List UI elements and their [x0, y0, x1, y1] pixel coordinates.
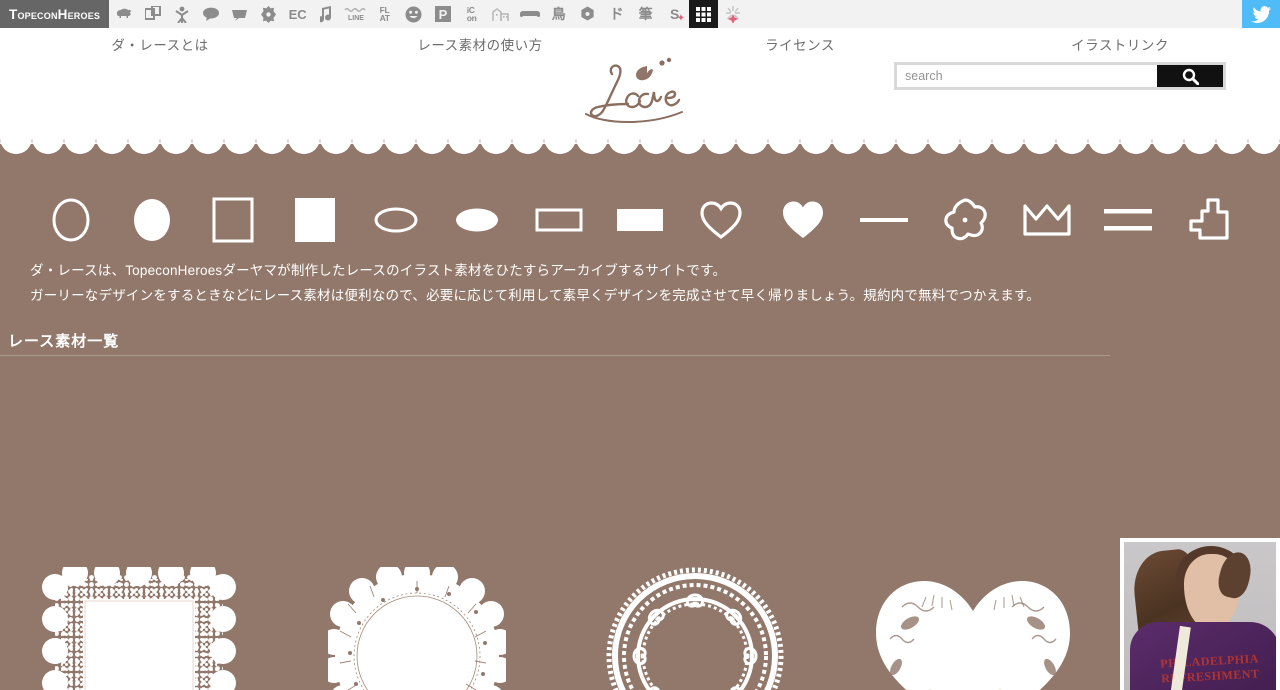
flower-icon[interactable] [254, 0, 283, 28]
scallop-divider [0, 132, 1280, 158]
person-icon[interactable] [167, 0, 196, 28]
gallery-item[interactable]: 綺麗な円形レースのベクター素材 [556, 566, 834, 690]
flat-icon[interactable]: FL AT [370, 0, 399, 28]
site-logo[interactable] [550, 54, 730, 130]
heart-outline-shape[interactable] [681, 191, 762, 249]
site-description: ダ・レースは、TopeconHeroesダーヤマが制作したレースのイラスト素材を… [0, 250, 1280, 308]
nav-item-about[interactable]: ダ・レースとは [0, 34, 320, 58]
icon-icon[interactable]: iC on [457, 0, 486, 28]
ec-icon[interactable]: EC [283, 0, 312, 28]
hexagon-icon[interactable] [573, 0, 602, 28]
copy-icon[interactable] [138, 0, 167, 28]
bird-icon[interactable]: 鳥 [544, 0, 573, 28]
search-input[interactable] [897, 65, 1157, 87]
speech-bubble-icon[interactable] [196, 0, 225, 28]
smiley-icon[interactable] [399, 0, 428, 28]
header-band [0, 57, 1280, 132]
shape-filter-row [0, 158, 1280, 250]
circle-filled-shape[interactable] [111, 191, 192, 249]
search-icon [1182, 68, 1199, 85]
flower-shape[interactable] [925, 191, 1006, 249]
parking-icon[interactable]: P [428, 0, 457, 28]
network-icon-list: EC LINE FL AT P iC on 鳥 ド 筆 S ✦ [109, 0, 747, 28]
s-icon[interactable]: S ✦ [660, 0, 689, 28]
music-note-icon[interactable] [312, 0, 341, 28]
description-line-1: ダ・レースは、TopeconHeroesダーヤマが制作したレースのイラスト素材を… [30, 263, 727, 278]
lace-thumbnail-round[interactable] [278, 566, 556, 690]
nav-item-illustlink[interactable]: イラストリンク [960, 34, 1280, 58]
lace-thumbnail-square[interactable] [0, 566, 278, 690]
ribbon-shape[interactable] [1169, 191, 1250, 249]
sofa-icon[interactable] [515, 0, 544, 28]
main-content: ダ・レースは、TopeconHeroesダーヤマが制作したレースのイラスト素材を… [0, 158, 1280, 690]
gallery-item[interactable]: 丸型レース素材 [278, 566, 556, 690]
description-line-2: ガーリーなデザインをするときなどにレース素材は便利なので、必要に応じて利用して素… [30, 288, 1041, 303]
svg-text:LINE: LINE [348, 15, 364, 22]
lace-thumbnail-heart[interactable] [834, 566, 1112, 690]
double-line-shape[interactable] [1087, 191, 1168, 249]
advertisement-panel[interactable]: PHILADELPHIA REFRESHMENT MOSCOW Muler [1120, 538, 1280, 690]
search-bar [894, 62, 1226, 90]
svg-text:P: P [438, 7, 447, 22]
crown-shape[interactable] [1006, 191, 1087, 249]
do-icon[interactable]: ド [602, 0, 631, 28]
brush-icon[interactable]: 筆 [631, 0, 660, 28]
line-icon[interactable]: LINE [341, 0, 370, 28]
lace-thumbnail-ring[interactable] [556, 566, 834, 690]
line-shape[interactable] [843, 191, 924, 249]
square-filled-shape[interactable] [274, 191, 355, 249]
network-topbar: TopeconHeroes EC LINE FL AT P iC on 鳥 ド … [0, 0, 1280, 28]
gallery-item[interactable]: かわいい四角レースWEB素材 [0, 566, 278, 690]
building-icon[interactable] [486, 0, 515, 28]
square-outline-shape[interactable] [193, 191, 274, 249]
sheep-icon[interactable] [109, 0, 138, 28]
rectangle-outline-shape[interactable] [518, 191, 599, 249]
topeconheroes-brand[interactable]: TopeconHeroes [0, 0, 110, 28]
search-button[interactable] [1157, 65, 1223, 87]
ellipse-outline-shape[interactable] [355, 191, 436, 249]
grid-icon[interactable] [689, 0, 719, 28]
circle-outline-shape[interactable] [30, 191, 111, 249]
twitter-icon[interactable] [1242, 0, 1280, 28]
sparkle-icon[interactable] [718, 0, 747, 28]
rectangle-filled-shape[interactable] [599, 191, 680, 249]
ad-image[interactable]: PHILADELPHIA REFRESHMENT MOSCOW Muler [1124, 542, 1276, 690]
gallery-item[interactable]: ガーリーなレースのベクター素材 [834, 566, 1112, 690]
lace-gallery: かわいい四角レースWEB素材 [0, 566, 1115, 690]
ellipse-filled-shape[interactable] [437, 191, 518, 249]
heart-filled-shape[interactable] [762, 191, 843, 249]
tag-icon[interactable] [225, 0, 254, 28]
section-title: レース素材一覧 [0, 308, 1110, 356]
